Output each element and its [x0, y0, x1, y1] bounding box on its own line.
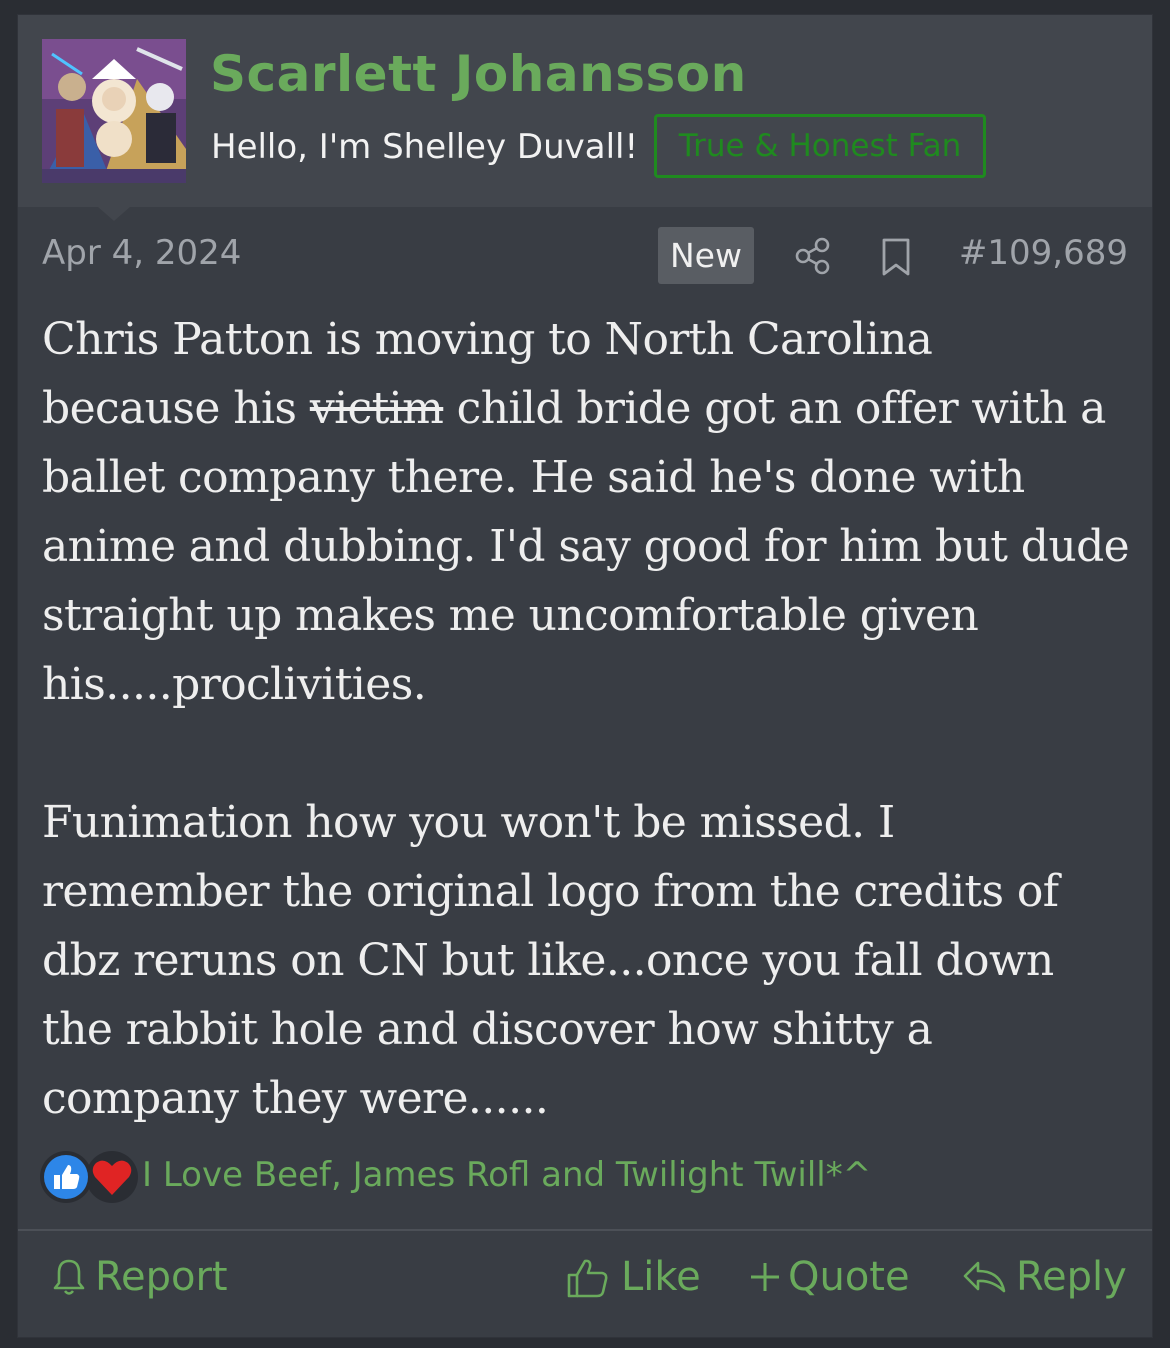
message-paragraph-1: Chris Patton is moving to North Carolina…: [42, 305, 1132, 719]
plus-icon: [751, 1263, 779, 1291]
new-badge: New: [658, 227, 754, 284]
comic-artwork-avatar-icon: [42, 39, 186, 183]
like-reaction-icon: [40, 1151, 92, 1203]
reply-button[interactable]: Reply: [962, 1249, 1132, 1305]
love-reaction-icon: [86, 1151, 138, 1203]
quote-label: Quote: [788, 1254, 910, 1300]
footer-divider: [18, 1229, 1152, 1231]
message-text: ballet company there. He said he's done …: [42, 452, 1130, 710]
struck-word: victim: [309, 383, 444, 434]
report-button[interactable]: Report: [50, 1249, 240, 1305]
post-number-link[interactable]: #109,689: [959, 233, 1128, 273]
like-label: Like: [621, 1254, 701, 1300]
header-pointer-arrow: [98, 207, 130, 221]
reactions-bar[interactable]: I Love Beef, James Rofl and Twilight Twi…: [38, 1147, 1138, 1207]
report-label: Report: [95, 1254, 228, 1300]
message-paragraph-2: Funimation how you won't be missed. I re…: [42, 797, 1059, 1124]
like-button[interactable]: Like: [566, 1249, 706, 1305]
author-custom-title: Hello, I'm Shelley Duvall!: [211, 127, 639, 167]
reply-label: Reply: [1016, 1254, 1127, 1300]
share-icon[interactable]: [794, 236, 832, 276]
user-avatar[interactable]: [42, 39, 186, 183]
reaction-users-link[interactable]: I Love Beef, James Rofl and Twilight Twi…: [142, 1155, 871, 1195]
post-date[interactable]: Apr 4, 2024: [42, 233, 241, 273]
bookmark-icon[interactable]: [880, 237, 912, 277]
quote-button[interactable]: Quote: [748, 1249, 918, 1305]
message-text: because his: [42, 383, 310, 434]
author-username[interactable]: Scarlett Johansson: [210, 45, 747, 103]
reply-arrow-icon: [963, 1261, 1006, 1293]
message-text: child bride got an offer with a: [443, 383, 1107, 434]
bell-icon: [53, 1259, 85, 1295]
forum-post: Scarlett Johansson Hello, I'm Shelley Du…: [18, 15, 1152, 1337]
author-badge: True & Honest Fan: [654, 114, 986, 178]
message-line-1: Chris Patton is moving to North Carolina: [42, 314, 933, 365]
post-user-header: Scarlett Johansson Hello, I'm Shelley Du…: [18, 15, 1152, 207]
thumbs-up-icon: [567, 1259, 608, 1298]
post-message-body: Chris Patton is moving to North Carolina…: [42, 305, 1132, 1133]
